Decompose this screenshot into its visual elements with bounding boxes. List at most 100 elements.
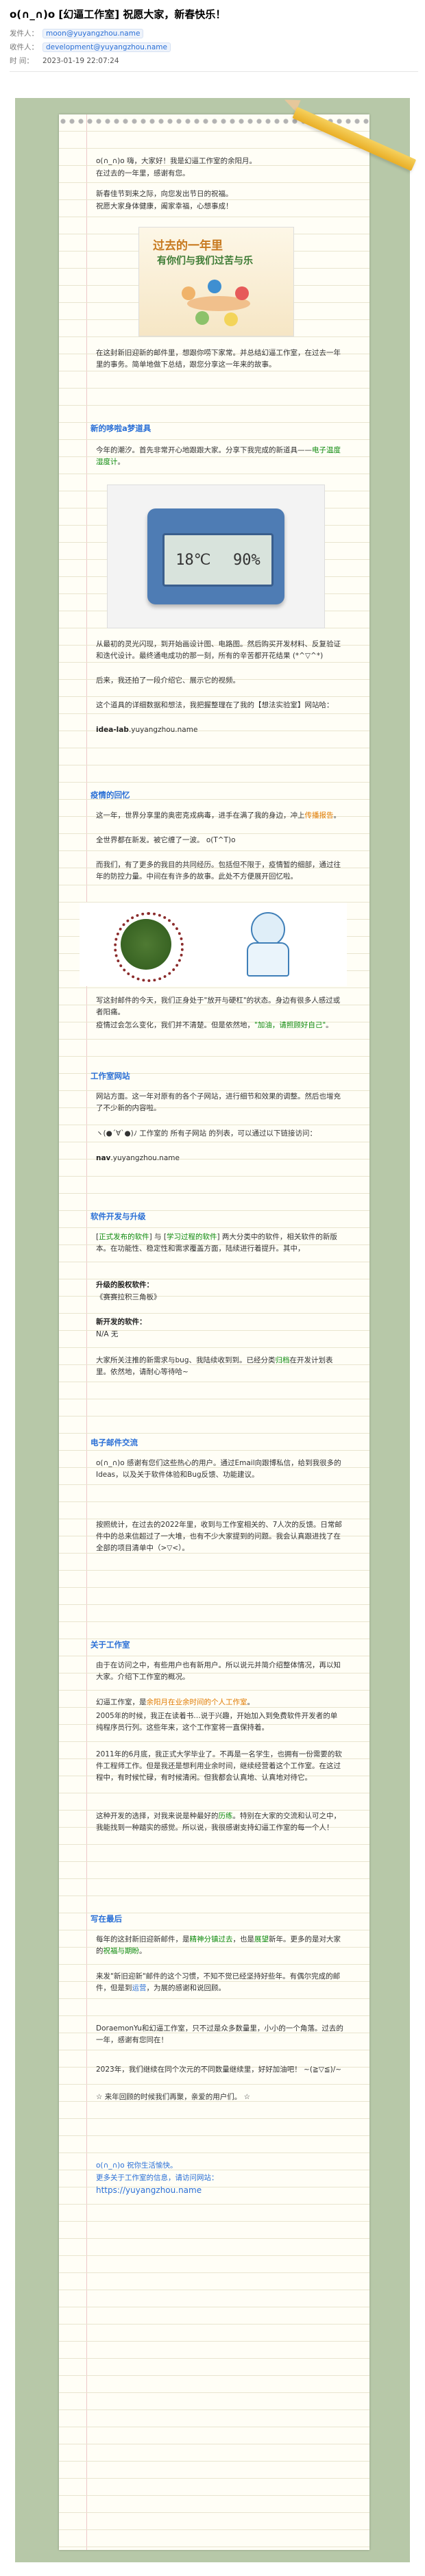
about-p3: 2005年的时候，我正在读着书…说于兴趣，开始加入到免费软件开发者的单纯程序员行… [96,1712,338,1732]
new-tools-p2: 从最初的灵光闪现，到开始画设计图、电路图。然后购买开发材料、反复验证和迭代设计。… [96,640,341,660]
closing-p5: ☆ 来年回顾的时候我们再聚，亲爱的用户们。 ☆ [96,2093,251,2101]
banner-kid [208,280,221,293]
new-tools-p2b: 后来，我还拍了一段介绍它、展示它的视频。 [96,676,240,685]
doctor-body [247,942,289,977]
closing-p1: 每年的这封新旧迎新邮件，是精神分镇过去，也是展望新年。更多的是对大家的祝福与期盼… [96,1934,344,1957]
new-tools-p1: 今年的潮汐。首先非常开心地跟跟大家。分享下我完成的新道具——电子温度湿度计。 [96,445,344,468]
from-label: 发件人： [10,29,38,38]
epidemic-care-highlight: "加油，请照顾好自己" [254,1021,326,1029]
new-tools-p1-text: 今年的潮汐。首先非常开心地跟跟大家。分享下我完成的新道具—— [96,446,312,454]
heading-software: 软件开发与升级 [90,1212,146,1221]
epidemic-p4: 写这封邮件的今天，我们正身处于"放开与硬杠"的状态。身边有很多人感过或者阳痛。 [96,996,341,1016]
banner-kid [224,312,238,326]
about-training-highlight: 历练 [218,1812,233,1820]
software-new-title: 新开发的软件： [96,1318,147,1326]
email-comm-p2: 按照统计，在过去的2022年里，收到与工作室相关的、7人次的反馈。日常邮件中的总… [96,1521,342,1552]
closing-highlight-1: 精神分镇过去 [189,1935,233,1943]
about-p5-text: 这种开发的选择，对我来说是种最好的 [96,1812,219,1820]
epidemic-p1-end: 。 [333,811,341,820]
heading-about: 关于工作室 [90,1640,130,1649]
closing-p2: 来发"新旧迎新"邮件的这个习惯，不知不觉已经坚持好些年。有偶尔完成的邮件，但是到… [96,1971,344,1994]
time-label: 时 间： [10,57,34,65]
thermometer-device: 18℃ 90% [147,508,284,604]
about-p2: 幻逼工作室，是余阳月在业余时间的个人工作室。 [96,1697,344,1708]
closing-p1-d: 。 [139,1947,147,1955]
time-row: 时 间： 2023-01-19 22:07:24 [10,56,418,66]
to-address[interactable]: development@yuyangzhou.name [42,42,171,52]
heading-closing: 写在最后 [90,1914,122,1924]
epidemic-p1: 这一年，世界分享里的奥密克戎病毒，进手在满了我的身边，冲上传播报告。 [96,810,344,822]
heading-new-tools: 新的哆啦a梦道具 [90,424,151,433]
about-p4: 2011年的6月底，我正式大学毕业了。不再是一名学生，也拥有一份需要的软件工程师… [96,1750,342,1782]
intro-line-4: 祝愿大家身体健康，阖家幸福，心想事成！ [96,202,233,210]
idea-lab-bold[interactable]: idea-lab [96,726,129,734]
banner-kid [182,286,195,300]
software-p4-text: 大家所关注推的新需求与bug、我陆续收到到。已经分类 [96,1356,276,1364]
doctor-icon [237,912,299,977]
closing-highlight-2: 展望 [254,1935,269,1943]
from-address[interactable]: moon@yuyangzhou.name [42,28,144,38]
epidemic-p1-text: 这一年，世界分享里的奥密克戎病毒，进手在满了我的身边，冲上 [96,811,305,820]
banner-subtitle: 有你们与我们过苦与乐 [157,256,253,267]
heading-studio-sites: 工作室网站 [90,1071,130,1081]
device-temp: 18℃ [175,551,211,569]
about-p5: 这种开发的选择，对我来说是种最好的历练。特别在大家的交流和认可之中，我能找到一种… [96,1811,344,1834]
email-subject: o(∩_∩)o [幻逼工作室] 祝愿大家，新春快乐！ [10,8,226,21]
from-row: 发件人： moon@yuyangzhou.name [10,28,418,38]
signoff-line-2: 更多关于工作室的信息，请访问网站： [96,2174,219,2182]
banner-title: 过去的一年里 [153,239,223,253]
heading-epidemic: 疫情的回忆 [90,790,130,800]
software-upgraded-title: 升级的股权软件： [96,1281,154,1289]
pencil-illustration [282,79,425,171]
to-row: 收件人： development@yuyangzhou.name [10,42,418,52]
epidemic-p2: 全世界都在新发。被它缠了一波。 o(T^T)o [96,836,236,844]
epidemic-p5-end: 。 [326,1021,333,1029]
device-screen: 18℃ 90% [162,533,274,587]
epidemic-p5: 疫情过会怎么变化，我们并不清楚。但是依然地，"加油，请照顾好自己"。 [96,1020,344,1031]
header-divider [10,71,418,72]
signoff-line-1: o(∩_∩)o 祝你生活愉快。 [96,2161,178,2170]
to-label: 收件人： [10,43,38,51]
new-tools-p3: 这个道具的详细数据和想法，我把握整理在了我的【想法实验室】网站哈： [96,701,334,709]
closing-highlight-3: 祝福与期盼 [103,1947,140,1955]
idea-lab-domain[interactable]: .yuyangzhou.name [129,726,198,734]
link-released-software[interactable]: 正式发布的软件 [99,1233,149,1241]
closing-p1-b: ，也是 [232,1935,255,1943]
virus-icon [114,912,184,982]
studio-sites-p1: 网站方面。这一年对原有的各个子网站，进行细节和效果的调整。然后也增充了不少新的内… [96,1092,341,1112]
link-learning-software[interactable]: 学习过程的软件 [167,1233,217,1241]
software-p4: 大家所关注推的新需求与bug、我陆续收到到。已经分类归档在开发计划表里。依然地，… [96,1355,344,1378]
closing-p4: 2023年，我们继续在同个次元的不同数量继续里，好好加油吧！ ~(≧▽≦)/~ [96,2065,342,2074]
website-link[interactable]: https://yuyangzhou.name [96,2185,344,2196]
idea-lab-link[interactable]: idea-lab.yuyangzhou.name [96,724,344,736]
device-humidity: 90% [232,551,260,569]
banner-kid [235,286,249,300]
about-p2-text: 幻逼工作室，是 [96,1698,147,1706]
epidemic-p5-text: 疫情过会怎么变化，我们并不清楚。但是依然地， [96,1021,254,1029]
intro-line-1: o(∩_∩)o 嗨，大家好！我是幻逼工作室的余阳月。 [96,157,256,165]
epidemic-illustration [80,903,347,986]
nav-site-link[interactable]: nav.yuyangzhou.name [96,1153,344,1164]
link-spread-report[interactable]: 传播报告 [305,811,334,820]
banner-image: 过去的一年里 有你们与我们过苦与乐 [138,227,294,336]
software-new-item: N/A 无 [96,1330,119,1338]
software-upgraded-item: 《赛赛拉积三角板》 [96,1293,161,1301]
doctor-head [251,912,285,946]
about-p2-end: 。 [247,1698,255,1706]
epidemic-p3: 而我们，有了更多的我目的共同经历。包括但不限于，疫情暂的细部，通过往年的防控力量… [96,861,341,881]
closing-p2-b: ，为展的感谢和说回顾。 [146,1984,226,1992]
nav-bold[interactable]: nav [96,1154,110,1162]
about-highlight: 余阳月在业余时间的个人工作室 [146,1698,247,1706]
link-archive[interactable]: 归档 [275,1356,289,1364]
closing-p1-a: 每年的这封新旧迎新邮件，是 [96,1935,190,1943]
closing-ops-link[interactable]: 运营 [132,1984,147,1992]
device-photo: 18℃ 90% [107,484,325,628]
nav-domain[interactable]: .yuyangzhou.name [110,1154,180,1162]
email-comm-p1: o(∩_∩)o 感谢有您们这些热心的用户。通过Email向跟博私信，给到我很多的… [96,1459,341,1479]
intro-line-3: 新春佳节到来之际，向您发出节日的祝福。 [96,190,233,198]
intro-summary: 在这封新旧迎新的邮件里，想跟你唠下家常。并总结幻逼工作室，在过去一年里的事务。简… [96,349,341,369]
about-p1: 由于在访问之中，有些用户也有新用户。所以说元并简介绍整体情况，再以知大家。介绍下… [96,1661,341,1681]
software-p1-mid: ] 与 [ [149,1233,167,1241]
banner-kid [195,311,209,325]
time-value: 2023-01-19 22:07:24 [42,56,119,65]
